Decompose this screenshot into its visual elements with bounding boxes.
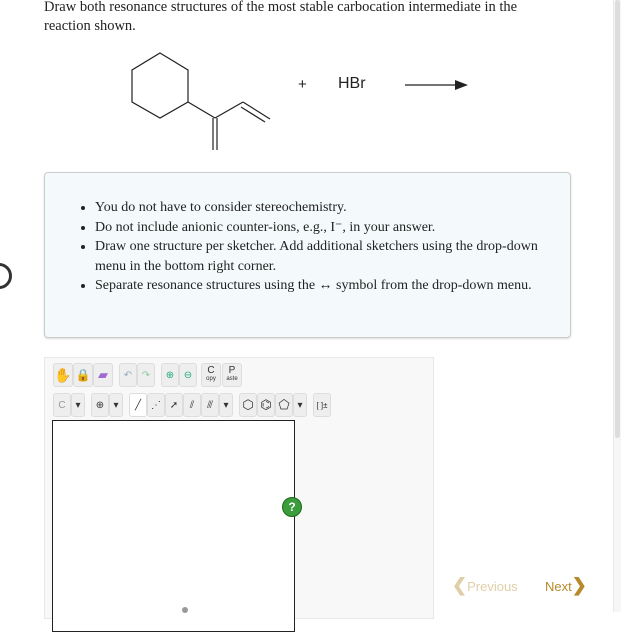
instruction-item: Do not include anionic counter-ions, e.g… <box>95 218 545 238</box>
plus-sign: + <box>298 76 307 93</box>
reaction-diagram <box>131 52 468 150</box>
instructions-box: You do not have to consider stereochemis… <box>44 172 571 338</box>
help-icon[interactable]: ? <box>282 497 302 517</box>
cyclopentane-icon[interactable]: ⬠ <box>275 393 293 417</box>
sketcher: ✋ 🔒 ▰ ↶ ↷ ⊕ ⊖ Copy Paste C ▾ ⊕ ▾ ╱ ⋰ ➚ ⫽… <box>44 357 434 632</box>
zoom-out-icon[interactable]: ⊖ <box>179 363 197 387</box>
charge-dropdown-icon[interactable]: ▾ <box>109 393 123 417</box>
atom-button[interactable]: C <box>53 393 71 417</box>
triple-bond-icon[interactable]: ⫻ <box>201 393 219 417</box>
scrollbar-thumb[interactable] <box>615 0 620 438</box>
benzene-icon[interactable]: ⌬ <box>257 393 275 417</box>
bond-dropdown-icon[interactable]: ▾ <box>219 393 233 417</box>
copy-sub: opy <box>206 376 216 382</box>
instruction-item: Draw one structure per sketcher. Add add… <box>95 237 545 276</box>
bracket-button[interactable]: [ ]± <box>313 393 331 417</box>
redo-icon[interactable]: ↷ <box>137 363 155 387</box>
copy-label: C <box>207 365 215 376</box>
zoom-in-icon[interactable]: ⊕ <box>161 363 179 387</box>
next-button[interactable]: Next❯ <box>545 575 587 596</box>
side-circle-icon[interactable] <box>0 263 12 289</box>
hand-tool-icon[interactable]: ✋ <box>53 363 73 387</box>
reagent-hbr: HBr <box>338 75 366 92</box>
cyclohexane-icon[interactable]: ⬡ <box>239 393 257 417</box>
undo-icon[interactable]: ↶ <box>119 363 137 387</box>
previous-label: Previous <box>467 579 518 594</box>
lasso-tool-icon[interactable]: 🔒 <box>73 363 93 387</box>
double-bond-icon[interactable]: ⫽ <box>183 393 201 417</box>
drawing-canvas[interactable]: ? <box>52 420 302 632</box>
ring-dropdown-icon[interactable]: ▾ <box>293 393 307 417</box>
instruction-item: Separate resonance structures using the … <box>95 276 545 296</box>
cyclohexane-ring <box>131 52 189 119</box>
eraser-tool-icon[interactable]: ▰ <box>93 363 113 387</box>
instruction-item: You do not have to consider stereochemis… <box>95 198 545 218</box>
single-bond-icon[interactable]: ╱ <box>129 393 147 417</box>
hashed-bond-icon[interactable]: ⋰ <box>147 393 165 417</box>
paste-button[interactable]: Paste <box>222 363 242 387</box>
charge-plus-icon[interactable]: ⊕ <box>91 393 109 417</box>
canvas-dot <box>182 607 188 613</box>
paste-label: P <box>228 365 236 376</box>
next-label: Next <box>545 579 572 594</box>
atom-dropdown-icon[interactable]: ▾ <box>71 393 85 417</box>
copy-button[interactable]: Copy <box>201 363 221 387</box>
paste-sub: aste <box>226 376 238 382</box>
wedge-bond-icon[interactable]: ➚ <box>165 393 183 417</box>
previous-button[interactable]: ❮Previous <box>452 575 518 596</box>
